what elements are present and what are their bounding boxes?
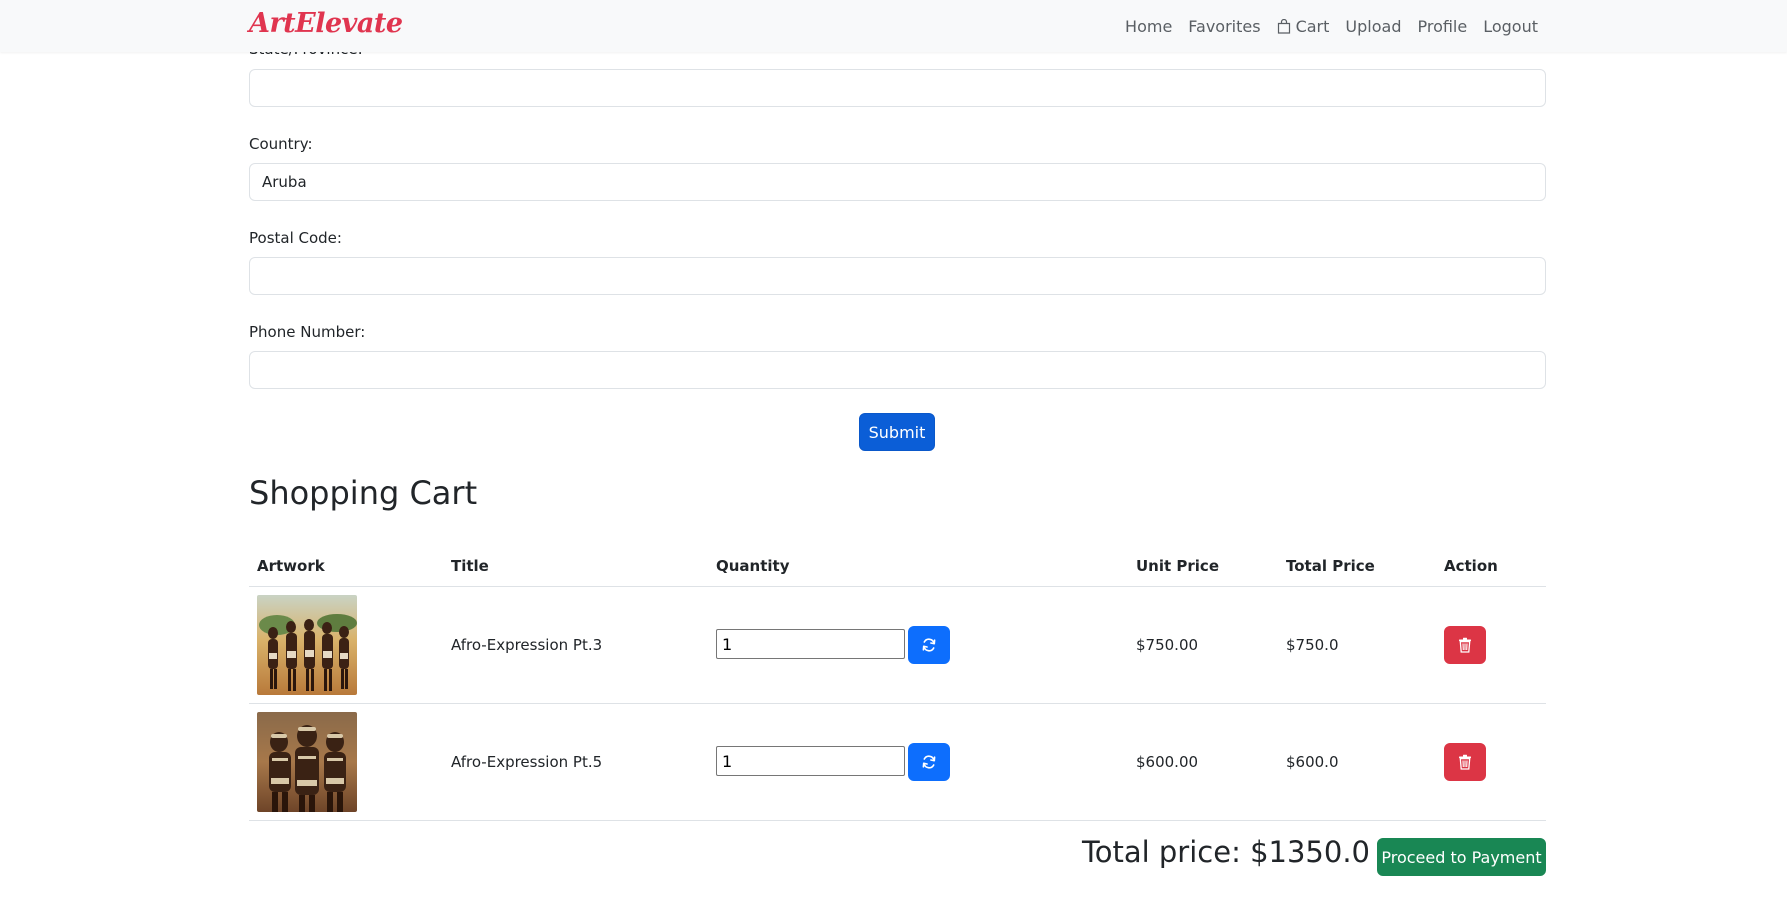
nav-links: Home Favorites Cart Upload Profile Logou… xyxy=(1125,0,1538,52)
proceed-to-payment-button[interactable]: Proceed to Payment xyxy=(1377,838,1546,876)
brand-logo[interactable]: ArtElevate xyxy=(249,8,403,39)
nav-profile-link[interactable]: Profile xyxy=(1417,17,1467,36)
column-header-unit-price: Unit Price xyxy=(1136,557,1219,575)
artwork-thumbnail[interactable] xyxy=(257,595,357,695)
remove-item-button[interactable] xyxy=(1444,743,1486,781)
quantity-input[interactable]: 1 xyxy=(716,746,905,776)
trash-icon xyxy=(1459,637,1471,653)
nav-home-link[interactable]: Home xyxy=(1125,17,1172,36)
trash-icon xyxy=(1459,754,1471,770)
update-quantity-button[interactable] xyxy=(908,626,950,664)
remove-item-button[interactable] xyxy=(1444,626,1486,664)
refresh-icon xyxy=(922,638,936,652)
country-label: Country: xyxy=(249,135,313,153)
column-header-quantity: Quantity xyxy=(716,557,790,575)
table-row-divider xyxy=(249,703,1546,704)
cart-total-price: Total price: $1350.0 xyxy=(1081,835,1370,869)
quantity-input[interactable]: 1 xyxy=(716,629,905,659)
item-total-price: $600.0 xyxy=(1286,753,1339,771)
item-title: Afro-Expression Pt.5 xyxy=(451,753,603,771)
column-header-total-price: Total Price xyxy=(1286,557,1375,575)
phone-number-label: Phone Number: xyxy=(249,323,366,341)
top-navbar: ArtElevate Home Favorites Cart Upload Pr… xyxy=(0,0,1787,52)
phone-number-input[interactable] xyxy=(249,351,1546,389)
nav-cart-link[interactable]: Cart xyxy=(1277,16,1330,36)
item-title: Afro-Expression Pt.3 xyxy=(451,636,603,654)
submit-button[interactable]: Submit xyxy=(859,413,935,451)
country-input[interactable]: Aruba xyxy=(249,163,1546,201)
nav-upload-link[interactable]: Upload xyxy=(1345,17,1401,36)
column-header-artwork: Artwork xyxy=(257,557,325,575)
table-header-divider xyxy=(249,586,1546,587)
shopping-bag-icon xyxy=(1277,18,1290,34)
column-header-title: Title xyxy=(451,557,489,575)
table-row-divider xyxy=(249,820,1546,821)
nav-cart-label: Cart xyxy=(1295,16,1330,36)
artwork-thumbnail[interactable] xyxy=(257,712,357,812)
item-unit-price: $750.00 xyxy=(1136,636,1199,654)
column-header-action: Action xyxy=(1444,557,1498,575)
artwork-image xyxy=(257,712,357,812)
artwork-image xyxy=(257,595,357,695)
shopping-cart-heading: Shopping Cart xyxy=(249,474,478,512)
nav-logout-link[interactable]: Logout xyxy=(1483,17,1538,36)
refresh-icon xyxy=(922,755,936,769)
item-unit-price: $600.00 xyxy=(1136,753,1199,771)
nav-favorites-link[interactable]: Favorites xyxy=(1188,17,1260,36)
update-quantity-button[interactable] xyxy=(908,743,950,781)
postal-code-input[interactable] xyxy=(249,257,1546,295)
postal-code-label: Postal Code: xyxy=(249,229,342,247)
state-province-input[interactable] xyxy=(249,69,1546,107)
item-total-price: $750.0 xyxy=(1286,636,1339,654)
